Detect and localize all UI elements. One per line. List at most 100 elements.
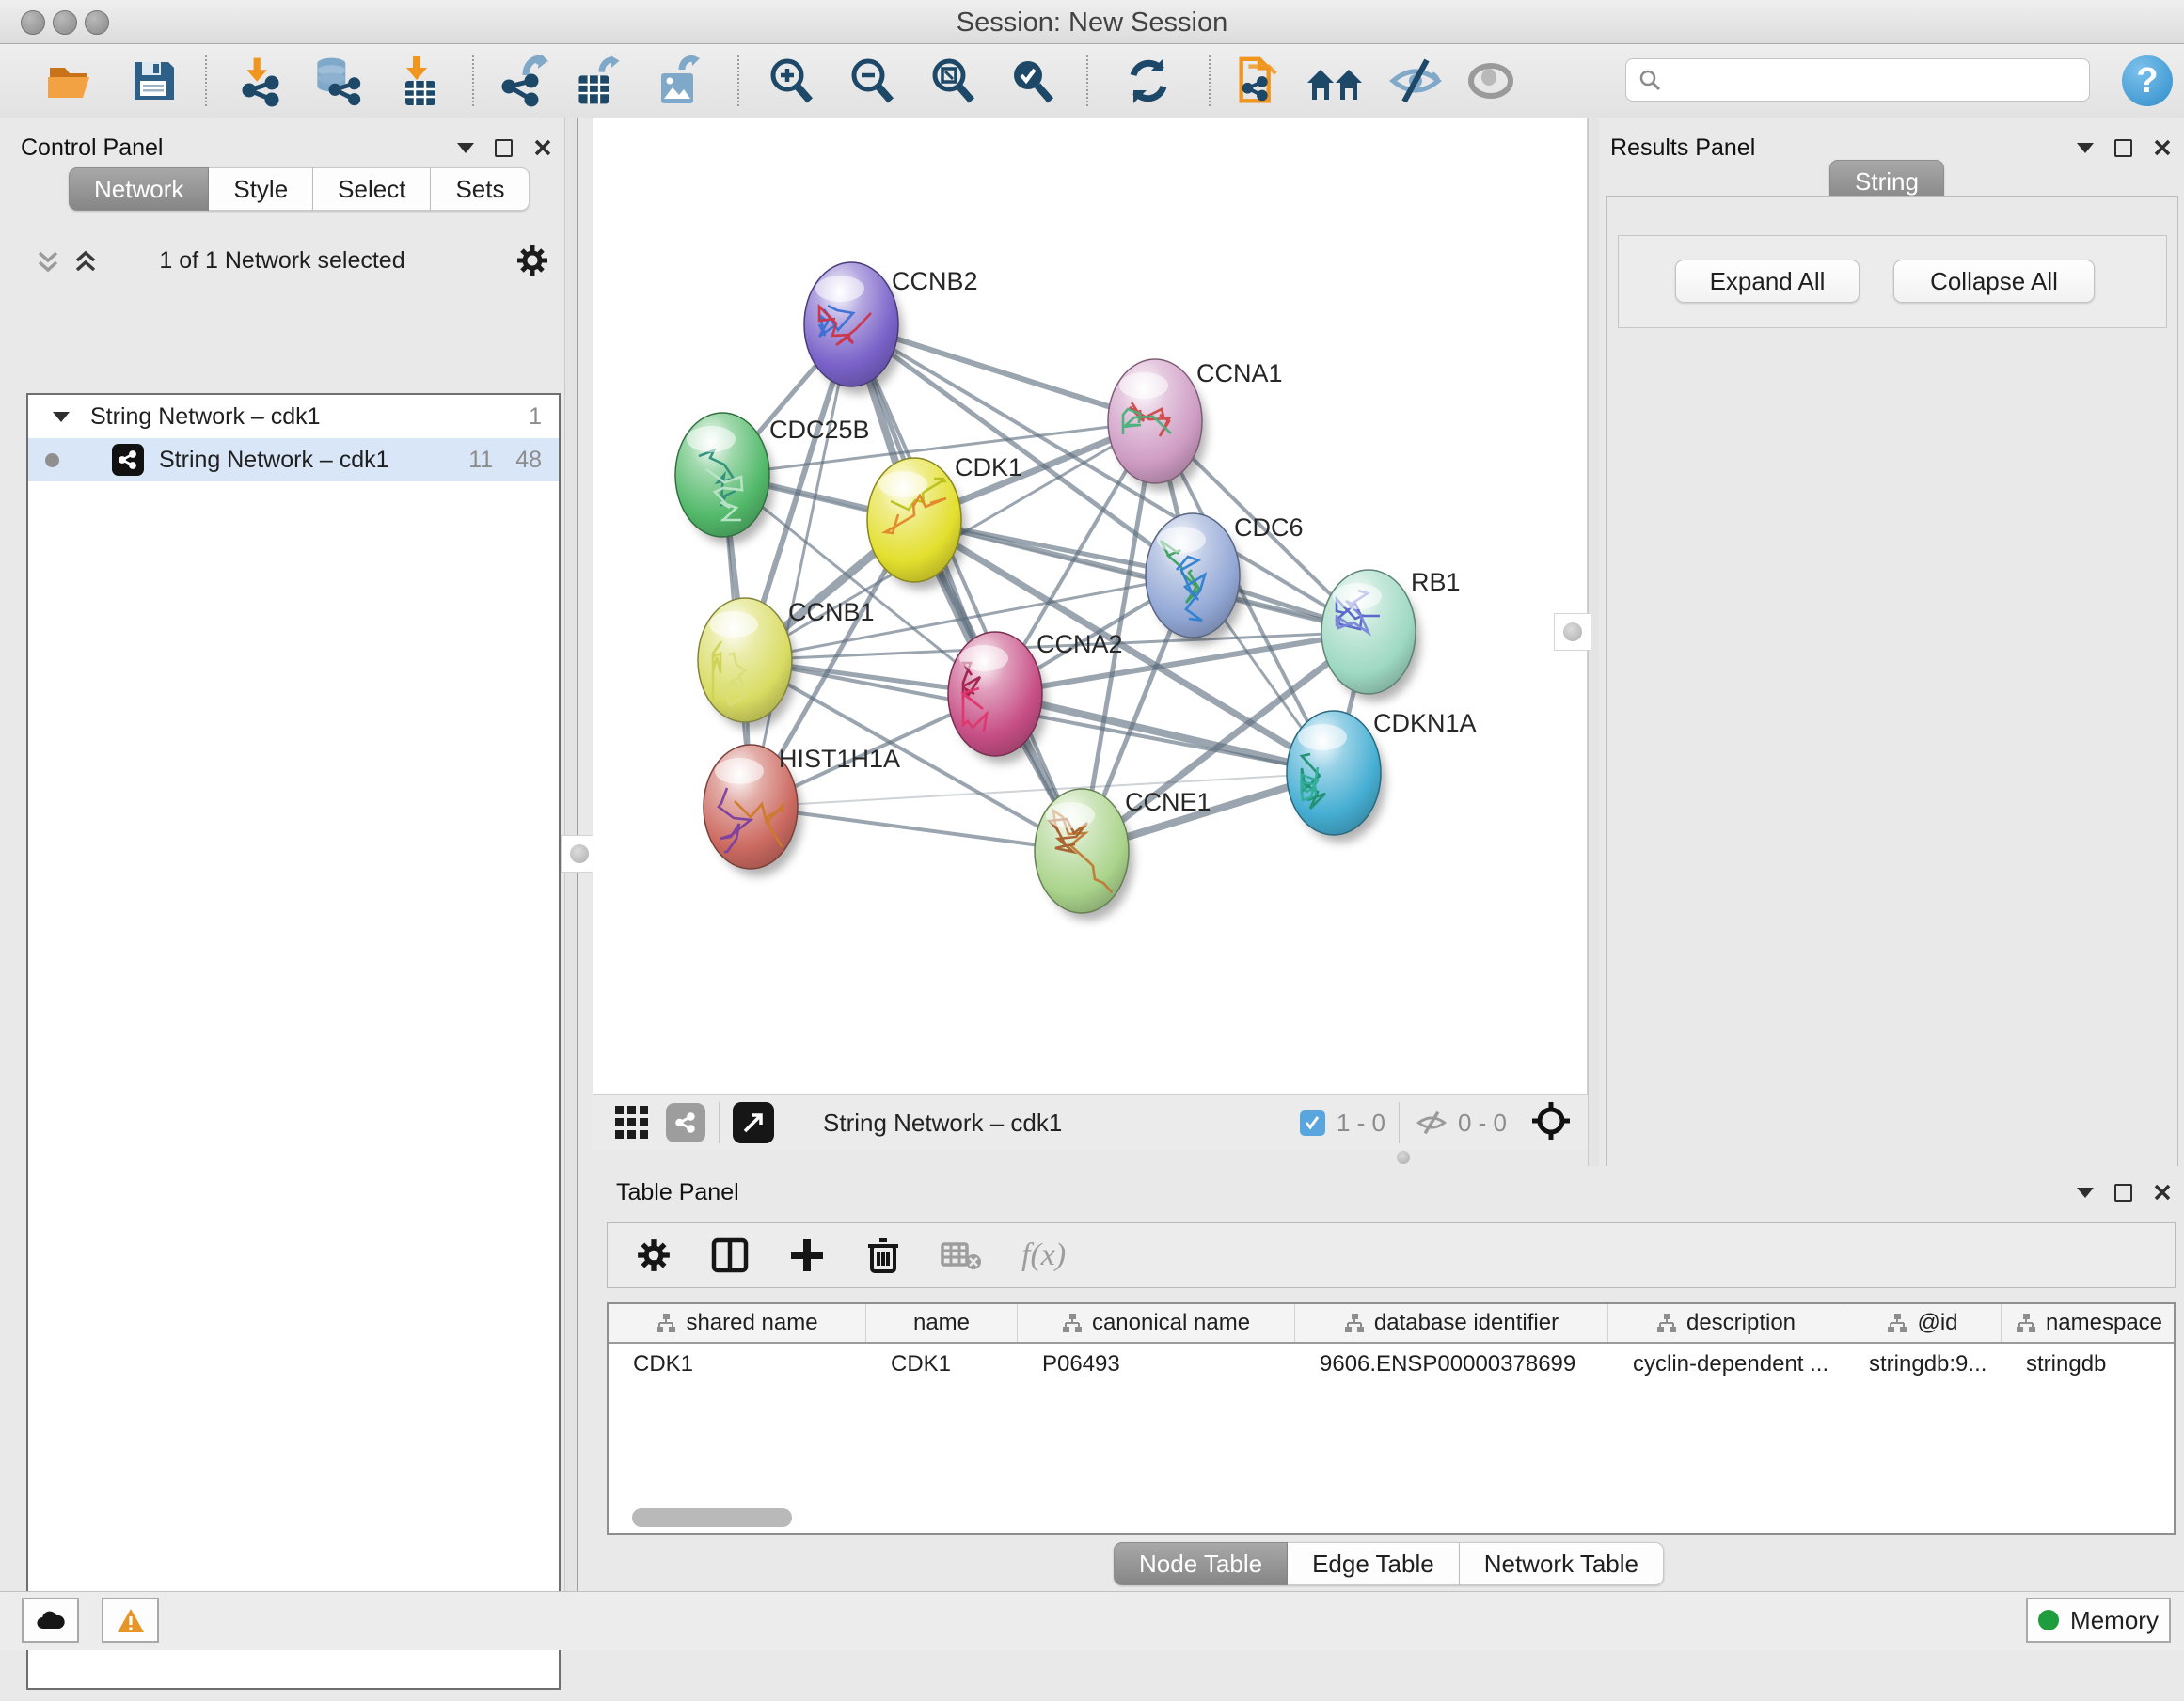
node-CCNA1[interactable] — [1108, 359, 1207, 491]
node-RB1[interactable] — [1321, 570, 1420, 701]
zoom-fit-button[interactable] — [926, 54, 980, 108]
cloud-status-button[interactable] — [22, 1598, 79, 1643]
string-home-button[interactable] — [1304, 54, 1366, 108]
grid-view-button[interactable] — [613, 1102, 651, 1144]
table-panel-tabs: Node TableEdge TableNetwork Table — [1114, 1542, 1664, 1585]
network-style-button[interactable] — [666, 1103, 705, 1142]
birdseye-view-button[interactable] — [1531, 1101, 1571, 1145]
column-label: @id — [1917, 1310, 1957, 1336]
collection-expand-icon[interactable] — [53, 412, 70, 422]
external-arrow-icon — [741, 1110, 766, 1135]
column-header-sharedname[interactable]: shared name — [609, 1304, 866, 1342]
import-network-database-button[interactable] — [309, 54, 363, 108]
export-table-icon — [572, 55, 626, 107]
import-table-button[interactable] — [393, 54, 448, 108]
detach-view-button[interactable] — [733, 1102, 774, 1143]
network-row-selected[interactable]: String Network – cdk1 11 48 — [28, 438, 559, 481]
column-header-canonicalname[interactable]: canonical name — [1018, 1304, 1295, 1342]
node-CCNB1[interactable] — [698, 598, 797, 730]
column-label: database identifier — [1374, 1310, 1559, 1336]
string-import-button[interactable] — [1232, 54, 1287, 108]
float-panel-icon[interactable] — [2114, 1184, 2132, 1202]
function-builder-button[interactable]: f(x) — [1021, 1237, 1066, 1273]
close-panel-icon[interactable] — [2153, 138, 2172, 157]
zoom-in-icon — [765, 55, 817, 107]
hide-unhide-button[interactable] — [1385, 54, 1447, 108]
column-label: canonical name — [1092, 1310, 1250, 1336]
table-cell[interactable]: P06493 — [1018, 1344, 1295, 1385]
network-options-gear-icon[interactable] — [515, 244, 549, 277]
collapse-panel-icon[interactable] — [457, 143, 474, 153]
node-CCNB2[interactable] — [804, 262, 903, 394]
float-panel-icon[interactable] — [495, 139, 513, 157]
node-CCNE1[interactable] — [1035, 789, 1133, 921]
tab-sets[interactable]: Sets — [431, 167, 530, 211]
column-header-databaseidentifier[interactable]: database identifier — [1295, 1304, 1608, 1342]
create-column-plus-icon[interactable] — [788, 1236, 826, 1274]
collapse-panel-icon[interactable] — [2077, 143, 2094, 153]
tab-node-table[interactable]: Node Table — [1114, 1542, 1288, 1585]
delete-table-icon[interactable] — [941, 1238, 982, 1272]
share-icon — [674, 1111, 697, 1134]
column-header-description[interactable]: description — [1608, 1304, 1844, 1342]
close-panel-icon[interactable] — [2153, 1183, 2172, 1202]
zoom-out-button[interactable] — [845, 54, 899, 108]
close-panel-icon[interactable] — [533, 138, 552, 157]
grid-icon — [613, 1102, 651, 1140]
tab-network[interactable]: Network — [69, 167, 209, 211]
node-CCNA2[interactable] — [948, 632, 1047, 764]
table-cell[interactable]: stringdb:9... — [1844, 1344, 2002, 1385]
tab-style[interactable]: Style — [209, 167, 313, 211]
expand-all-button[interactable]: Expand All — [1675, 260, 1860, 303]
node-CDC6[interactable] — [1146, 513, 1244, 645]
table-cell[interactable]: cyclin-dependent ... — [1608, 1344, 1844, 1385]
show-columns-icon[interactable] — [711, 1236, 749, 1274]
selected-indicator-checkbox[interactable] — [1300, 1110, 1325, 1136]
column-header-id[interactable]: @id — [1844, 1304, 2002, 1342]
table-cell[interactable]: CDK1 — [609, 1344, 866, 1385]
memory-button[interactable]: Memory — [2026, 1598, 2171, 1643]
node-CDKN1A[interactable] — [1287, 711, 1385, 843]
column-label: namespace — [2046, 1310, 2162, 1336]
network-selection-status: 1 of 1 Network selected — [0, 247, 564, 275]
network-graph[interactable]: CCNB2CCNA1CDC25BCDK1CDC6RB1CCNB1CCNA2CDK… — [593, 118, 1587, 1094]
help-button[interactable]: ? — [2122, 55, 2173, 106]
table-horizontal-scrollbar[interactable] — [632, 1508, 792, 1527]
zoom-selected-button[interactable] — [1005, 54, 1059, 108]
tab-network-table[interactable]: Network Table — [1460, 1542, 1664, 1585]
cloud-icon — [36, 1610, 66, 1630]
refresh-layout-button[interactable] — [1121, 54, 1176, 108]
tab-edge-table[interactable]: Edge Table — [1288, 1542, 1460, 1585]
table-row[interactable]: CDK1CDK1P064939606.ENSP00000378699cyclin… — [609, 1344, 2174, 1385]
table-cell[interactable]: CDK1 — [866, 1344, 1018, 1385]
check-icon — [1304, 1114, 1321, 1131]
table-toolbar: f(x) — [607, 1222, 2176, 1288]
node-CDK1[interactable] — [867, 458, 966, 590]
right-splitter-handle[interactable] — [1554, 613, 1591, 651]
table-cell[interactable]: stringdb — [2002, 1344, 2176, 1385]
export-image-button[interactable] — [653, 54, 707, 108]
column-header-name[interactable]: name — [866, 1304, 1018, 1342]
float-panel-icon[interactable] — [2114, 139, 2132, 157]
save-session-button[interactable] — [126, 54, 181, 108]
tab-select[interactable]: Select — [313, 167, 431, 211]
network-collection-row[interactable]: String Network – cdk1 1 — [28, 395, 559, 438]
horizontal-splitter-handle[interactable] — [1392, 1151, 1415, 1164]
export-network-button[interactable] — [497, 54, 551, 108]
import-network-file-button[interactable] — [233, 54, 288, 108]
warning-status-button[interactable] — [102, 1598, 159, 1643]
column-header-namespace[interactable]: namespace — [2002, 1304, 2176, 1342]
search-input[interactable] — [1662, 66, 2061, 94]
zoom-in-button[interactable] — [764, 54, 818, 108]
collapse-all-button[interactable]: Collapse All — [1893, 260, 2095, 303]
delete-column-trash-icon[interactable] — [865, 1236, 901, 1274]
table-options-gear-icon[interactable] — [636, 1237, 672, 1273]
zoom-fit-icon — [926, 55, 979, 107]
open-session-button[interactable] — [43, 54, 98, 108]
node-layer — [675, 262, 1420, 921]
export-table-button[interactable] — [572, 54, 626, 108]
table-cell[interactable]: 9606.ENSP00000378699 — [1295, 1344, 1608, 1385]
network-canvas[interactable]: CCNB2CCNA1CDC25BCDK1CDC6RB1CCNB1CCNA2CDK… — [593, 118, 1588, 1095]
collapse-panel-icon[interactable] — [2077, 1188, 2094, 1198]
show-graphics-button[interactable] — [1464, 54, 1518, 108]
